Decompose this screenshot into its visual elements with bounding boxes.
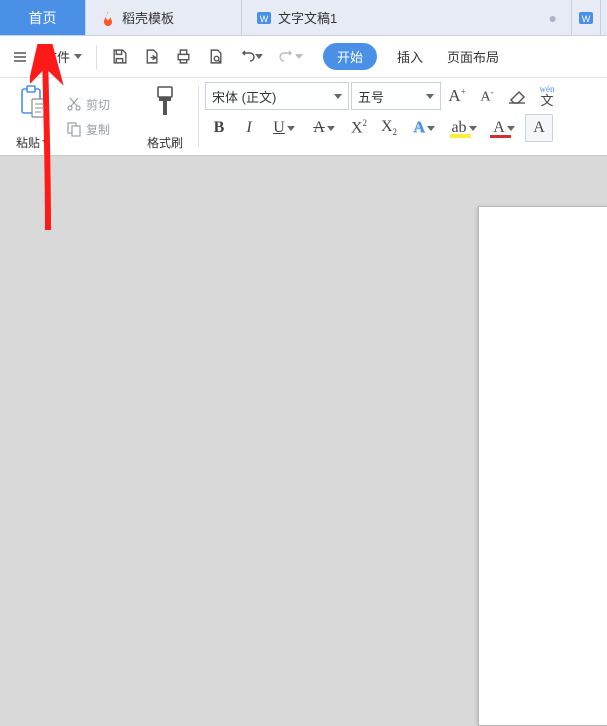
redo-button[interactable]: [273, 43, 309, 71]
cut-button[interactable]: 剪切: [64, 94, 134, 115]
print-preview-button[interactable]: [201, 43, 229, 71]
hamburger-icon: [12, 49, 28, 65]
top-toolbar: 文件 开始 插入 页面布局: [0, 36, 607, 78]
bold-icon: B: [214, 119, 225, 137]
font-size-value: 五号: [358, 87, 384, 106]
paste-icon: [18, 82, 48, 122]
bold-button[interactable]: B: [205, 114, 233, 142]
font-size-select[interactable]: 五号: [351, 82, 441, 110]
underline-icon: U: [273, 119, 285, 137]
chevron-down-icon: [334, 94, 342, 99]
print-icon: [175, 48, 192, 65]
tab-home[interactable]: 首页: [0, 0, 86, 35]
format-painter-label: 格式刷: [147, 134, 183, 151]
ribbon-tab-insert-label: 插入: [397, 50, 423, 65]
ribbon-tab-insert[interactable]: 插入: [393, 43, 427, 70]
copy-icon: [66, 121, 82, 137]
chevron-down-icon: [295, 54, 303, 59]
ribbon-tab-page-layout-label: 页面布局: [447, 50, 499, 65]
copy-label: 复制: [86, 121, 110, 138]
cut-copy-group: 剪切 复制: [64, 82, 134, 151]
file-menu-button[interactable]: 文件: [38, 43, 88, 70]
ribbon-panel: 粘贴 剪切 复制 格式刷 宋体 (正文) 五号: [0, 78, 607, 156]
font-color-icon: A: [493, 119, 505, 137]
eraser-icon: [507, 86, 527, 106]
format-painter-icon: [150, 82, 180, 122]
character-shading-button[interactable]: A: [525, 114, 553, 142]
tab-home-label: 首页: [29, 8, 57, 28]
document-canvas[interactable]: [0, 156, 607, 638]
document-tabs: 首页 稻壳模板 W 文字文稿1 ● W: [0, 0, 607, 36]
underline-button[interactable]: U: [265, 114, 303, 142]
character-shading-icon: A: [533, 119, 545, 137]
chevron-down-icon: [255, 54, 263, 59]
clear-format-button[interactable]: [503, 82, 531, 110]
cut-label: 剪切: [86, 96, 110, 113]
increase-font-button[interactable]: A+: [443, 82, 471, 110]
text-effects-icon: A: [413, 119, 425, 137]
chevron-down-icon: [469, 126, 477, 131]
svg-text:W: W: [582, 14, 591, 24]
word-doc-icon: W: [256, 10, 272, 26]
tab-docer[interactable]: 稻壳模板: [86, 0, 242, 35]
print-button[interactable]: [169, 43, 197, 71]
highlight-button[interactable]: ab: [445, 114, 483, 142]
paste-group[interactable]: 粘贴: [6, 82, 60, 151]
paste-label: 粘贴: [16, 134, 40, 151]
chevron-down-icon: [287, 126, 295, 131]
chevron-down-icon: [426, 94, 434, 99]
decrease-font-icon: A-: [480, 87, 493, 106]
ribbon-tab-start-label: 开始: [337, 50, 363, 65]
redo-icon: [279, 49, 295, 65]
paste-label-row: 粘贴: [16, 134, 50, 151]
italic-icon: I: [246, 119, 251, 137]
subscript-icon: X2: [381, 118, 397, 137]
save-icon: [111, 48, 128, 65]
ribbon-tabs: 开始 插入 页面布局: [323, 43, 503, 70]
chevron-down-icon: [507, 126, 515, 131]
superscript-button[interactable]: X2: [345, 114, 373, 142]
superscript-icon: X2: [351, 118, 367, 137]
strikethrough-icon: A: [313, 119, 325, 137]
pinyin-guide-button[interactable]: wén 文: [533, 82, 561, 110]
print-preview-icon: [207, 48, 224, 65]
export-button[interactable]: [137, 43, 165, 71]
file-menu-label: 文件: [44, 47, 70, 66]
ribbon-tab-page-layout[interactable]: 页面布局: [443, 43, 503, 70]
highlight-icon: ab: [451, 119, 466, 137]
pinyin-char-icon: 文: [540, 94, 553, 107]
svg-text:W: W: [260, 14, 269, 24]
undo-icon: [239, 49, 255, 65]
chevron-down-icon: [74, 54, 82, 59]
tab-extra[interactable]: W: [572, 0, 601, 35]
italic-button[interactable]: I: [235, 114, 263, 142]
strikethrough-button[interactable]: A: [305, 114, 343, 142]
chevron-down-icon: [42, 140, 50, 145]
document-page[interactable]: [478, 206, 607, 726]
save-button[interactable]: [105, 43, 133, 71]
chevron-down-icon: [427, 126, 435, 131]
flame-icon: [100, 10, 116, 26]
export-icon: [143, 48, 160, 65]
scissors-icon: [66, 96, 82, 112]
format-painter-group[interactable]: 格式刷: [138, 82, 192, 151]
decrease-font-button[interactable]: A-: [473, 82, 501, 110]
chevron-down-icon: [327, 126, 335, 131]
tab-docer-label: 稻壳模板: [122, 8, 174, 27]
hamburger-menu-button[interactable]: [6, 45, 34, 69]
font-group: 宋体 (正文) 五号 A+ A- wén 文 B I: [205, 82, 601, 151]
font-name-select[interactable]: 宋体 (正文): [205, 82, 349, 110]
subscript-button[interactable]: X2: [375, 114, 403, 142]
ribbon-tab-start[interactable]: 开始: [323, 43, 377, 70]
tab-close-icon[interactable]: ●: [549, 10, 557, 26]
font-name-value: 宋体 (正文): [212, 87, 276, 106]
tab-document-1-label: 文字文稿1: [278, 8, 337, 27]
increase-font-icon: A+: [448, 86, 465, 106]
font-color-button[interactable]: A: [485, 114, 523, 142]
tab-document-1[interactable]: W 文字文稿1 ●: [242, 0, 572, 35]
copy-button[interactable]: 复制: [64, 119, 134, 140]
text-effects-button[interactable]: A: [405, 114, 443, 142]
word-doc-icon: W: [578, 10, 594, 26]
undo-button[interactable]: [233, 43, 269, 71]
